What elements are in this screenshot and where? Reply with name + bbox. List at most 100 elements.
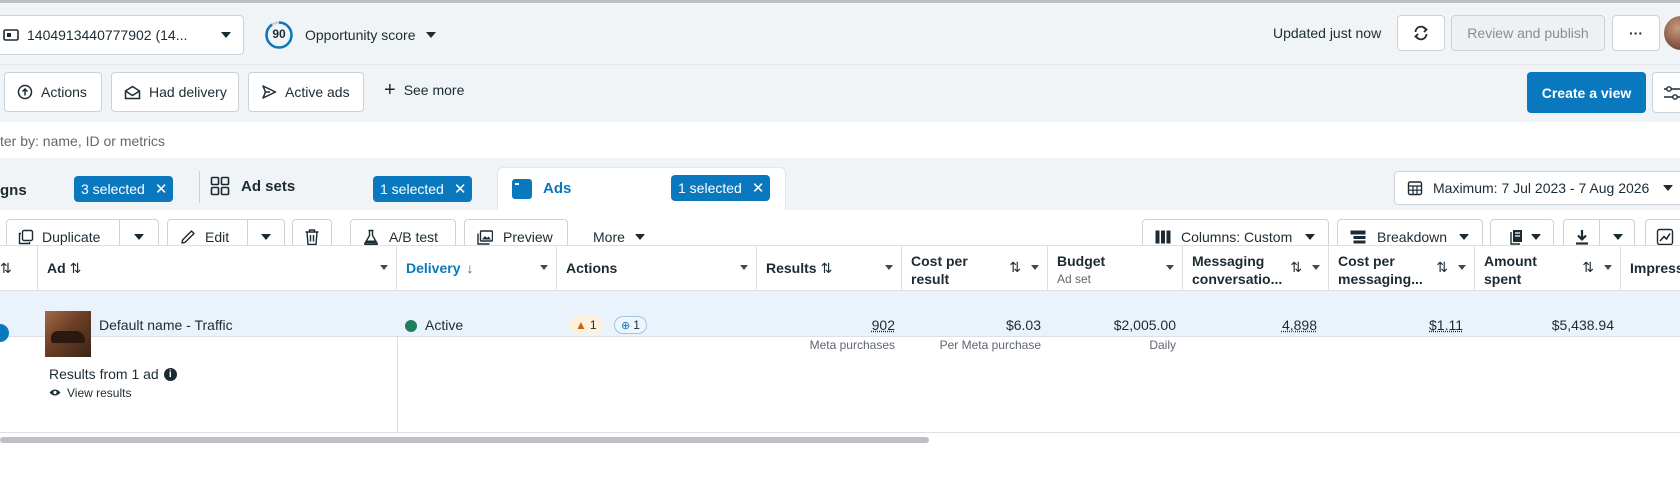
column-header-budget-label: Budget: [1057, 253, 1106, 269]
chevron-down-icon[interactable]: [1031, 265, 1039, 270]
opportunity-score-ring: 90: [264, 20, 294, 50]
close-icon[interactable]: ✕: [454, 182, 467, 197]
results-value[interactable]: 902: [872, 317, 895, 333]
column-header-impressions-label: Impress: [1630, 260, 1680, 276]
sort-icon: ⇅: [0, 259, 12, 276]
delivery-status: Active: [425, 317, 464, 333]
reports-icon: [1503, 229, 1531, 245]
campaigns-selected-label: 3 selected: [81, 181, 145, 197]
chevron-down-icon: [221, 32, 231, 38]
ad-name[interactable]: Default name - Traffic: [99, 317, 233, 333]
chevron-down-icon: [1663, 185, 1673, 191]
column-header-impressions[interactable]: Impress: [1621, 246, 1680, 290]
account-icon: [3, 28, 19, 42]
cost-per-result-value: $6.03: [1005, 317, 1041, 333]
chevron-down-icon[interactable]: [261, 234, 271, 240]
trash-icon: [304, 228, 320, 246]
chevron-down-icon[interactable]: [1458, 265, 1466, 270]
column-header-cost-per-result[interactable]: Cost per result ⇅: [902, 246, 1048, 290]
messaging-value[interactable]: 4,898: [1282, 317, 1317, 333]
review-and-publish-button[interactable]: Review and publish: [1451, 15, 1605, 51]
chevron-down-icon[interactable]: [740, 265, 748, 270]
adsets-selected-label: 1 selected: [380, 181, 444, 197]
column-header-ad[interactable]: Ad ⇅: [38, 246, 397, 290]
sort-desc-icon: ↓: [466, 260, 474, 276]
close-icon[interactable]: ✕: [752, 181, 765, 196]
arrow-up-circle-icon: ⊕: [621, 319, 631, 332]
column-header-ad-label: Ad: [47, 260, 66, 276]
search-bar: [0, 122, 1680, 158]
breakdown-icon: [1350, 230, 1366, 244]
more-dots-icon: ···: [1629, 25, 1643, 41]
tab-campaigns-label: gns: [0, 182, 27, 199]
account-selector[interactable]: 1404913440777902 (14...: [0, 15, 244, 55]
sort-icon: ⇅: [1436, 259, 1448, 275]
active-ads-filter-label: Active ads: [285, 84, 350, 100]
column-header-cost-per-result-line1: Cost per: [911, 253, 968, 269]
more-actions-button[interactable]: More: [593, 229, 645, 245]
envelope-icon: [124, 85, 141, 100]
column-header-results[interactable]: Results ⇅: [757, 246, 902, 290]
column-header-cost-per-messaging[interactable]: Cost per messaging... ⇅: [1329, 246, 1475, 290]
summary-results: Results from 1 ad i: [49, 366, 177, 382]
chevron-down-icon[interactable]: [540, 265, 548, 270]
column-header-cost-per-messaging-line1: Cost per: [1338, 253, 1395, 269]
sliders-icon: [1663, 85, 1680, 101]
chevron-down-icon: [634, 234, 645, 240]
tab-adsets-label: Ad sets: [241, 177, 296, 195]
filter-settings-button[interactable]: [1652, 72, 1680, 113]
column-header-amount-spent-line1: Amount: [1484, 253, 1537, 269]
column-header-amount-spent[interactable]: Amount spent ⇅: [1475, 246, 1621, 290]
adsets-selected-badge[interactable]: 1 selected ✕: [373, 176, 473, 202]
tab-divider: [199, 171, 200, 203]
chevron-down-icon[interactable]: [1604, 265, 1612, 270]
chevron-down-icon[interactable]: [1166, 265, 1174, 270]
column-header-cost-per-messaging-line2: messaging...: [1338, 271, 1423, 287]
budget-value: $2,005.00: [1113, 317, 1176, 333]
horizontal-scrollbar[interactable]: [0, 437, 929, 443]
sort-icon: ⇅: [1009, 259, 1021, 275]
campaigns-selected-badge[interactable]: 3 selected ✕: [74, 176, 174, 202]
see-more-label: See more: [403, 82, 465, 98]
column-header-toggle[interactable]: ⇅: [0, 246, 38, 290]
ads-selected-badge[interactable]: 1 selected ✕: [671, 175, 771, 201]
more-actions-label: More: [593, 229, 625, 245]
chevron-down-icon[interactable]: [885, 265, 893, 270]
active-ads-filter-button[interactable]: Active ads: [248, 72, 364, 112]
chart-icon: [1656, 228, 1674, 246]
sort-icon: ⇅: [1290, 259, 1302, 275]
warning-badge[interactable]: ▲ 1: [569, 316, 603, 334]
refresh-button[interactable]: [1397, 15, 1445, 51]
opportunity-score-button[interactable]: 90 Opportunity score: [264, 19, 436, 51]
column-header-delivery[interactable]: Delivery ↓: [397, 246, 557, 290]
chevron-down-icon: [425, 32, 436, 38]
chevron-down-icon[interactable]: [1312, 265, 1320, 270]
view-results-link[interactable]: View results: [49, 386, 131, 400]
account-label: 1404913440777902 (14...: [27, 27, 188, 43]
tab-ads-label: Ads: [543, 180, 572, 197]
table-row[interactable]: [0, 291, 1680, 337]
column-header-budget[interactable]: Budget Ad set: [1048, 246, 1183, 290]
summary-row: [0, 337, 1680, 433]
image-icon: [477, 229, 493, 245]
column-header-messaging[interactable]: Messaging conversatio... ⇅: [1183, 246, 1329, 290]
column-header-actions[interactable]: Actions: [557, 246, 757, 290]
actions-filter-button[interactable]: Actions: [4, 72, 102, 112]
opportunity-badge[interactable]: ⊕ 1: [614, 316, 647, 334]
date-range-picker[interactable]: Maximum: 7 Jul 2023 - 7 Aug 2026: [1394, 171, 1680, 205]
warning-icon: ▲: [575, 318, 587, 332]
more-options-button[interactable]: ···: [1612, 15, 1660, 51]
search-input[interactable]: ter by: name, ID or metrics: [0, 133, 165, 149]
updated-status: Updated just now: [1273, 25, 1382, 41]
chevron-down-icon[interactable]: [134, 234, 144, 240]
create-view-button[interactable]: Create a view: [1527, 72, 1646, 113]
ads-selected-label: 1 selected: [678, 180, 742, 196]
had-delivery-filter-button[interactable]: Had delivery: [111, 72, 239, 112]
tab-adsets[interactable]: Ad sets: [210, 176, 295, 196]
see-more-button[interactable]: + See more: [384, 80, 465, 100]
chevron-down-icon[interactable]: [1613, 234, 1623, 240]
chevron-down-icon[interactable]: [380, 265, 388, 270]
close-icon[interactable]: ✕: [155, 182, 168, 197]
cost-per-messaging-value[interactable]: $1.11: [1429, 317, 1463, 333]
opportunity-count: 1: [633, 318, 640, 332]
